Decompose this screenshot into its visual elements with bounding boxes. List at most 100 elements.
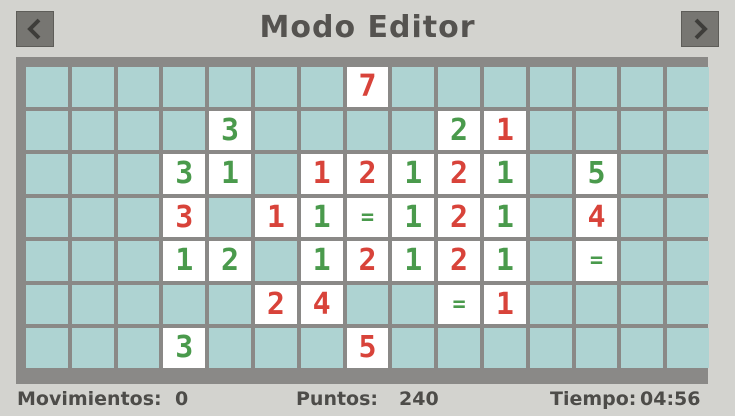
empty-cell[interactable] bbox=[438, 67, 480, 107]
empty-cell[interactable] bbox=[621, 241, 664, 281]
number-tile[interactable]: 1 bbox=[300, 241, 343, 281]
number-tile[interactable]: 1 bbox=[392, 241, 435, 281]
empty-cell[interactable] bbox=[346, 284, 389, 324]
empty-cell[interactable] bbox=[26, 154, 68, 194]
empty-cell[interactable] bbox=[71, 328, 114, 368]
empty-cell[interactable] bbox=[529, 154, 572, 194]
empty-cell[interactable] bbox=[117, 284, 160, 324]
empty-cell[interactable] bbox=[392, 67, 435, 107]
empty-cell[interactable] bbox=[71, 197, 114, 237]
number-tile[interactable]: 1 bbox=[163, 241, 206, 281]
empty-cell[interactable] bbox=[392, 284, 435, 324]
empty-cell[interactable] bbox=[71, 284, 114, 324]
empty-cell[interactable] bbox=[667, 197, 709, 237]
empty-cell[interactable] bbox=[117, 328, 160, 368]
empty-cell[interactable] bbox=[484, 328, 526, 368]
empty-cell[interactable] bbox=[71, 241, 114, 281]
empty-cell[interactable] bbox=[255, 110, 297, 150]
empty-cell[interactable] bbox=[621, 284, 664, 324]
empty-cell[interactable] bbox=[529, 241, 572, 281]
number-tile[interactable]: 1 bbox=[484, 197, 526, 237]
number-tile[interactable]: 2 bbox=[438, 241, 480, 281]
empty-cell[interactable] bbox=[300, 328, 343, 368]
empty-cell[interactable] bbox=[575, 284, 618, 324]
empty-cell[interactable] bbox=[71, 154, 114, 194]
number-tile[interactable]: 1 bbox=[484, 154, 526, 194]
number-tile[interactable]: 3 bbox=[163, 197, 206, 237]
number-tile[interactable]: 3 bbox=[163, 154, 206, 194]
empty-cell[interactable] bbox=[667, 284, 709, 324]
number-tile[interactable]: 3 bbox=[209, 110, 251, 150]
number-tile[interactable]: = bbox=[575, 241, 618, 281]
number-tile[interactable]: 1 bbox=[300, 154, 343, 194]
empty-cell[interactable] bbox=[209, 197, 251, 237]
number-tile[interactable]: 4 bbox=[300, 284, 343, 324]
empty-cell[interactable] bbox=[163, 284, 206, 324]
empty-cell[interactable] bbox=[667, 154, 709, 194]
number-tile[interactable]: 1 bbox=[484, 110, 526, 150]
empty-cell[interactable] bbox=[392, 110, 435, 150]
empty-cell[interactable] bbox=[163, 110, 206, 150]
number-tile[interactable]: 2 bbox=[438, 197, 480, 237]
number-tile[interactable]: 2 bbox=[346, 154, 389, 194]
number-tile[interactable]: 4 bbox=[575, 197, 618, 237]
number-tile[interactable]: = bbox=[346, 197, 389, 237]
empty-cell[interactable] bbox=[575, 110, 618, 150]
number-tile[interactable]: 5 bbox=[346, 328, 389, 368]
empty-cell[interactable] bbox=[529, 67, 572, 107]
empty-cell[interactable] bbox=[438, 328, 480, 368]
number-tile[interactable]: 1 bbox=[392, 197, 435, 237]
empty-cell[interactable] bbox=[484, 67, 526, 107]
number-tile[interactable]: = bbox=[438, 284, 480, 324]
empty-cell[interactable] bbox=[255, 328, 297, 368]
empty-cell[interactable] bbox=[346, 110, 389, 150]
empty-cell[interactable] bbox=[255, 241, 297, 281]
empty-cell[interactable] bbox=[529, 110, 572, 150]
empty-cell[interactable] bbox=[255, 67, 297, 107]
empty-cell[interactable] bbox=[667, 241, 709, 281]
number-tile[interactable]: 7 bbox=[346, 67, 389, 107]
empty-cell[interactable] bbox=[163, 67, 206, 107]
empty-cell[interactable] bbox=[209, 284, 251, 324]
empty-cell[interactable] bbox=[300, 67, 343, 107]
number-tile[interactable]: 1 bbox=[300, 197, 343, 237]
empty-cell[interactable] bbox=[117, 197, 160, 237]
empty-cell[interactable] bbox=[300, 110, 343, 150]
empty-cell[interactable] bbox=[117, 154, 160, 194]
empty-cell[interactable] bbox=[26, 241, 68, 281]
empty-cell[interactable] bbox=[575, 67, 618, 107]
number-tile[interactable]: 1 bbox=[484, 241, 526, 281]
empty-cell[interactable] bbox=[529, 284, 572, 324]
number-tile[interactable]: 1 bbox=[209, 154, 251, 194]
empty-cell[interactable] bbox=[667, 67, 709, 107]
empty-cell[interactable] bbox=[26, 328, 68, 368]
empty-cell[interactable] bbox=[71, 110, 114, 150]
number-tile[interactable]: 2 bbox=[255, 284, 297, 324]
empty-cell[interactable] bbox=[529, 328, 572, 368]
empty-cell[interactable] bbox=[26, 197, 68, 237]
number-tile[interactable]: 1 bbox=[484, 284, 526, 324]
empty-cell[interactable] bbox=[26, 110, 68, 150]
empty-cell[interactable] bbox=[209, 328, 251, 368]
empty-cell[interactable] bbox=[26, 284, 68, 324]
empty-cell[interactable] bbox=[575, 328, 618, 368]
empty-cell[interactable] bbox=[621, 154, 664, 194]
number-tile[interactable]: 2 bbox=[438, 154, 480, 194]
empty-cell[interactable] bbox=[209, 67, 251, 107]
number-tile[interactable]: 2 bbox=[438, 110, 480, 150]
number-tile[interactable]: 5 bbox=[575, 154, 618, 194]
forward-button[interactable] bbox=[681, 11, 719, 47]
empty-cell[interactable] bbox=[71, 67, 114, 107]
empty-cell[interactable] bbox=[392, 328, 435, 368]
empty-cell[interactable] bbox=[117, 110, 160, 150]
number-tile[interactable]: 2 bbox=[346, 241, 389, 281]
number-tile[interactable]: 3 bbox=[163, 328, 206, 368]
empty-cell[interactable] bbox=[667, 110, 709, 150]
empty-cell[interactable] bbox=[667, 328, 709, 368]
empty-cell[interactable] bbox=[26, 67, 68, 107]
empty-cell[interactable] bbox=[117, 67, 160, 107]
empty-cell[interactable] bbox=[621, 67, 664, 107]
empty-cell[interactable] bbox=[529, 197, 572, 237]
number-tile[interactable]: 1 bbox=[255, 197, 297, 237]
number-tile[interactable]: 2 bbox=[209, 241, 251, 281]
